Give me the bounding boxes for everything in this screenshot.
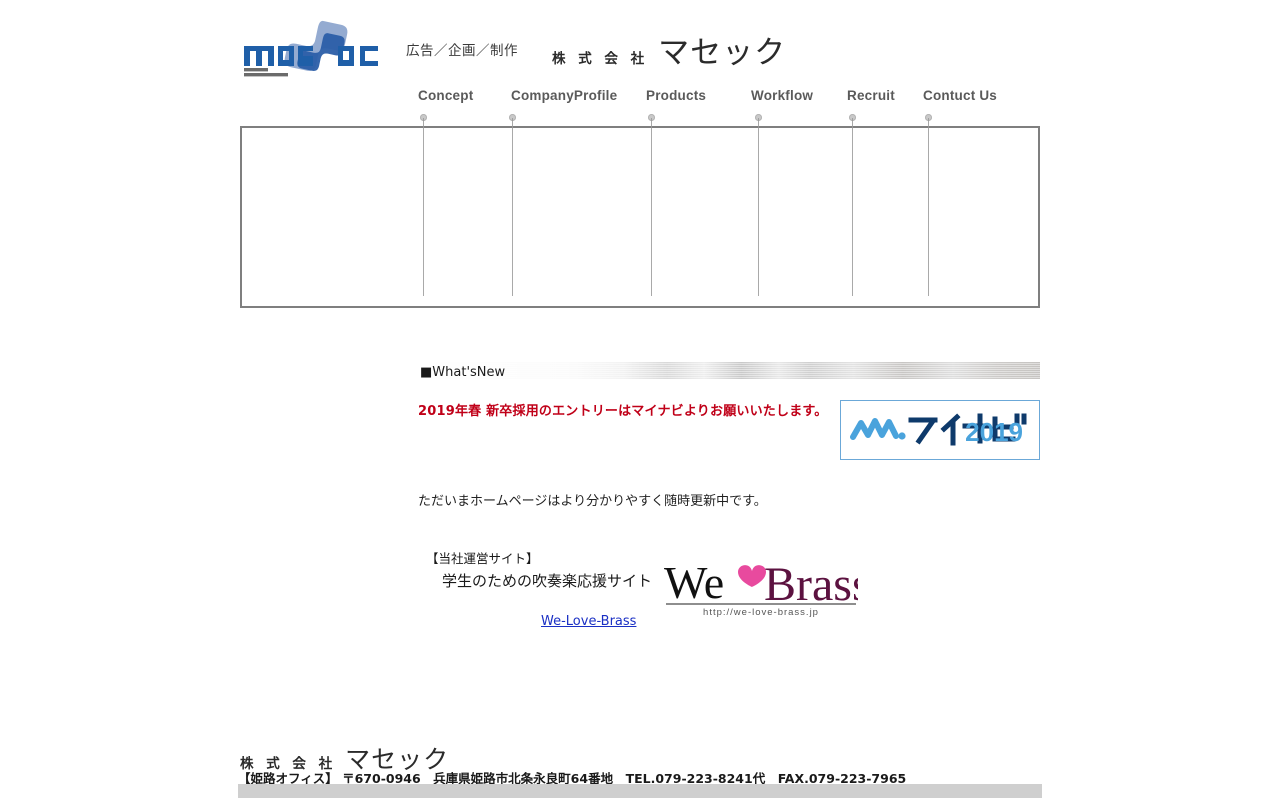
mynavi-logo-icon: 2019: [850, 413, 1027, 447]
nav-pin-line-recruit: [852, 118, 853, 296]
nav-item-products[interactable]: Products: [646, 88, 706, 103]
nav-item-workflow[interactable]: Workflow: [751, 88, 813, 103]
whats-new-label: ■What'sNew: [420, 365, 506, 380]
nav-item-contact-us[interactable]: Contuct Us: [923, 88, 997, 103]
mynavi-year: 2019: [965, 417, 1023, 447]
page-root: 広告／企画／制作 株 式 会 社 マセック Concept CompanyPro…: [0, 0, 1280, 800]
we-brass-word-brass: Brass: [764, 558, 858, 611]
nav-pin-line-concept: [423, 118, 424, 296]
we-brass-word-we: We: [664, 557, 724, 608]
mynavi-banner[interactable]: 2019: [840, 400, 1040, 460]
we-love-brass-link[interactable]: We-Love-Brass: [541, 614, 636, 629]
own-site-label: 【当社運営サイト】: [426, 551, 539, 566]
header-company-name: マセック: [658, 34, 787, 71]
footer-bar: [238, 784, 1042, 798]
header-company-prefix: 株 式 会 社: [552, 50, 649, 67]
hero-banner-frame: [240, 126, 1040, 308]
site-header: 広告／企画／制作 株 式 会 社 マセック: [240, 14, 1040, 84]
masac-logo-icon: [244, 20, 378, 77]
we-brass-logo-icon: We Brass http://we-love-brass.jp: [664, 557, 871, 618]
main-navigation: Concept CompanyProfile Products Workflow…: [240, 88, 1040, 296]
header-company: 株 式 会 社 マセック: [552, 27, 786, 72]
own-site-description: 学生のための吹奏楽応援サイト: [442, 572, 653, 590]
news-headline: 2019年春 新卒採用のエントリーはマイナビよりお願いいたします。: [418, 404, 828, 419]
masac-logo[interactable]: [240, 18, 392, 80]
nav-item-concept[interactable]: Concept: [418, 88, 473, 103]
header-tagline: 広告／企画／制作: [406, 43, 518, 59]
we-brass-url: http://we-love-brass.jp: [703, 607, 819, 618]
we-brass-logo[interactable]: We Brass http://we-love-brass.jp: [664, 556, 871, 618]
nav-pin-line-company-profile: [512, 118, 513, 296]
nav-pin-line-contact-us: [928, 118, 929, 296]
nav-pin-line-products: [651, 118, 652, 296]
nav-item-company-profile[interactable]: CompanyProfile: [511, 88, 617, 103]
nav-pin-line-workflow: [758, 118, 759, 296]
nav-item-recruit[interactable]: Recruit: [847, 88, 895, 103]
whats-new-bar: [418, 362, 1040, 379]
heart-icon: [738, 565, 766, 587]
hero-banner: [240, 126, 1040, 308]
notice-text: ただいまホームページはより分かりやすく随時更新中です。: [418, 494, 767, 509]
